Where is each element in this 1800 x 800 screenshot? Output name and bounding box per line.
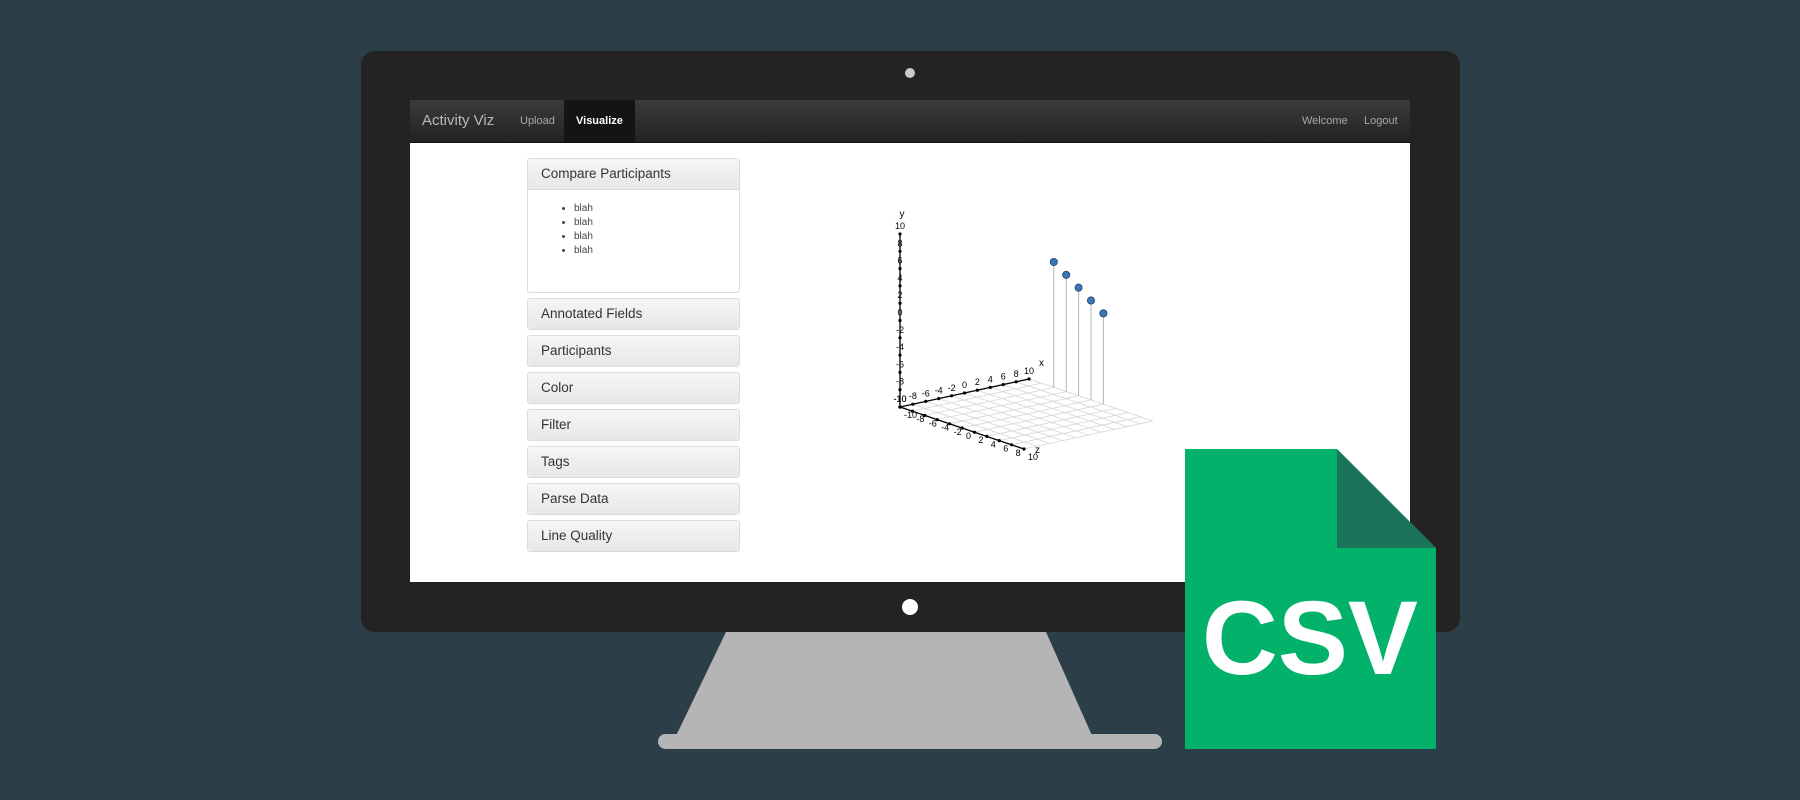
grid-line bbox=[974, 403, 1104, 433]
z-axis-tick bbox=[948, 422, 952, 426]
csv-file-icon: CSV bbox=[1185, 449, 1436, 749]
y-tick-label: 4 bbox=[897, 273, 902, 283]
y-axis-tick bbox=[898, 353, 902, 357]
csv-file-fold bbox=[1337, 449, 1436, 548]
z-axis-tick bbox=[935, 418, 939, 422]
z-tick-label: 4 bbox=[991, 439, 996, 449]
y-axis-tick bbox=[898, 388, 902, 392]
z-tick-label: 2 bbox=[978, 435, 983, 445]
data-point[interactable] bbox=[1074, 283, 1083, 292]
y-tick-label: -6 bbox=[896, 359, 904, 369]
x-tick-label: 0 bbox=[962, 380, 967, 390]
power-button bbox=[902, 599, 918, 615]
z-axis-tick bbox=[960, 426, 964, 430]
camera-dot bbox=[905, 68, 915, 78]
z-axis-tick bbox=[1022, 447, 1026, 451]
z-tick-label: -10 bbox=[904, 410, 917, 420]
x-axis-tick bbox=[1014, 380, 1018, 384]
monitor-stand-base bbox=[658, 734, 1162, 749]
x-axis-label: x bbox=[1039, 358, 1044, 369]
x-tick-label: 4 bbox=[988, 374, 993, 384]
x-axis-tick bbox=[962, 391, 967, 395]
y-tick-label: 6 bbox=[897, 256, 902, 266]
csv-label: CSV bbox=[1202, 580, 1418, 697]
x-tick-label: -6 bbox=[922, 388, 930, 398]
z-axis-label: z bbox=[1035, 445, 1040, 456]
y-tick-label: -2 bbox=[896, 325, 904, 335]
z-axis-tick bbox=[972, 430, 977, 434]
z-axis-tick bbox=[985, 434, 989, 438]
z-tick-label: 0 bbox=[966, 431, 971, 441]
grid-line bbox=[999, 412, 1129, 441]
z-tick-label: -4 bbox=[941, 423, 949, 433]
y-axis-tick bbox=[898, 336, 902, 340]
x-axis-tick bbox=[937, 397, 941, 401]
grid-line bbox=[986, 408, 1116, 437]
y-axis-tick bbox=[898, 249, 902, 253]
y-axis-tick bbox=[898, 370, 902, 374]
y-axis-tick bbox=[898, 301, 902, 305]
x-tick-label: 8 bbox=[1014, 369, 1019, 379]
z-tick-label: -8 bbox=[916, 414, 924, 424]
x-tick-label: 2 bbox=[975, 377, 980, 387]
y-tick-label: 0 bbox=[897, 308, 902, 318]
y-tick-label: -8 bbox=[896, 377, 904, 387]
x-tick-label: -2 bbox=[948, 383, 956, 393]
y-axis-tick bbox=[898, 267, 902, 271]
z-axis-tick bbox=[923, 413, 927, 417]
z-axis-tick bbox=[910, 409, 914, 413]
z-tick-label: -2 bbox=[954, 427, 962, 437]
monitor-stand bbox=[674, 632, 1094, 740]
x-axis-tick bbox=[1027, 377, 1031, 381]
z-axis-tick bbox=[997, 439, 1001, 443]
y-axis-tick bbox=[898, 318, 902, 323]
x-axis-tick bbox=[1001, 383, 1005, 387]
z-tick-label: 6 bbox=[1003, 444, 1008, 454]
data-point[interactable] bbox=[1049, 257, 1058, 266]
y-tick-label: -10 bbox=[893, 394, 906, 404]
y-tick-label: 8 bbox=[897, 238, 902, 248]
data-point[interactable] bbox=[1099, 309, 1108, 318]
y-axis-tick bbox=[898, 405, 902, 409]
data-point[interactable] bbox=[1087, 296, 1096, 305]
y-tick-label: 10 bbox=[895, 221, 905, 231]
x-axis-tick bbox=[911, 402, 915, 406]
grid-line bbox=[1011, 416, 1141, 446]
grid-line bbox=[961, 399, 1092, 429]
x-axis-tick bbox=[988, 385, 992, 389]
y-axis-tick bbox=[898, 232, 902, 236]
data-point[interactable] bbox=[1062, 270, 1071, 279]
y-axis-label: y bbox=[900, 209, 905, 220]
x-tick-label: 10 bbox=[1024, 366, 1034, 376]
x-axis-tick bbox=[924, 399, 928, 403]
grid-line bbox=[1023, 420, 1154, 450]
x-axis-tick bbox=[975, 388, 980, 392]
x-tick-label: -4 bbox=[935, 386, 943, 396]
z-tick-label: 8 bbox=[1016, 448, 1021, 458]
y-axis-tick bbox=[898, 284, 902, 288]
z-tick-label: -6 bbox=[929, 418, 937, 428]
x-tick-label: -8 bbox=[909, 391, 917, 401]
z-axis-tick bbox=[1010, 443, 1014, 447]
y-tick-label: 2 bbox=[897, 290, 902, 300]
x-axis-tick bbox=[950, 394, 954, 398]
y-tick-label: -4 bbox=[896, 342, 904, 352]
x-tick-label: 6 bbox=[1001, 372, 1006, 382]
